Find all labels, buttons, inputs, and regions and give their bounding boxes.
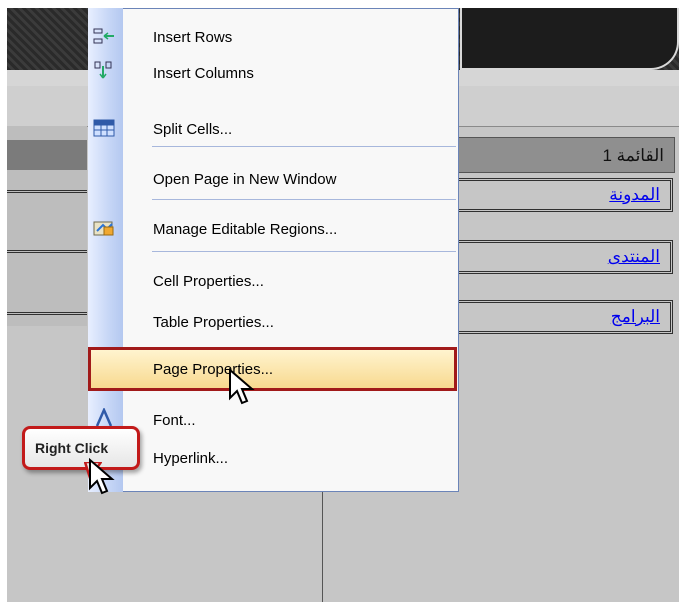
editable-regions-icon — [93, 221, 114, 236]
right-click-callout: Right Click — [22, 426, 140, 470]
menu-item-cell-properties[interactable]: Cell Properties... — [123, 263, 458, 301]
menu-item-label: Manage Editable Regions... — [153, 221, 338, 238]
menu-item-label: Font... — [153, 412, 196, 429]
split-cells-icon — [93, 119, 115, 137]
menu-item-label: Insert Rows — [153, 29, 233, 46]
font-icon — [95, 408, 113, 427]
menu-item-insert-rows[interactable]: Insert Rows — [123, 19, 458, 57]
table-divider — [7, 190, 87, 193]
insert-rows-icon — [93, 28, 114, 44]
menu-item-label: Cell Properties... — [153, 273, 264, 290]
menu-item-font[interactable]: Font... — [123, 402, 458, 440]
page-menu-link-blog[interactable]: المدونة — [455, 178, 673, 212]
menu-item-label: Table Properties... — [153, 314, 274, 331]
menu-item-open-page-new-window[interactable]: Open Page in New Window — [123, 161, 458, 199]
insert-columns-icon — [94, 61, 112, 79]
mouse-cursor-icon — [89, 458, 115, 495]
menu-item-label: Insert Columns — [153, 65, 254, 82]
menu-item-label: Open Page in New Window — [153, 171, 337, 188]
menu-item-table-properties[interactable]: Table Properties... — [123, 304, 458, 342]
callout-label: Right Click — [35, 440, 109, 456]
menu-separator — [152, 251, 456, 252]
header-banner-corner — [460, 8, 679, 70]
menu-item-split-cells[interactable]: Split Cells... — [123, 111, 458, 149]
page-menu-link-programs[interactable]: البرامج — [455, 300, 673, 334]
left-column-heading-bar — [7, 140, 87, 170]
page-menu-link-forum[interactable]: المنتدى — [455, 240, 673, 274]
menu-separator — [152, 199, 456, 200]
table-divider — [7, 250, 87, 253]
menu-item-label: Split Cells... — [153, 121, 233, 138]
menu-separator — [152, 146, 456, 147]
menu-item-label: Hyperlink... — [153, 450, 229, 467]
menu-item-page-properties[interactable]: Page Properties... — [123, 351, 458, 389]
table-divider — [7, 312, 87, 315]
menu-item-hyperlink[interactable]: Hyperlink... — [123, 440, 458, 478]
menu-item-manage-editable-regions[interactable]: Manage Editable Regions... — [123, 211, 458, 249]
menu-item-insert-columns[interactable]: Insert Columns — [123, 55, 458, 93]
mouse-cursor-icon — [229, 368, 255, 405]
page-menu-heading: القائمة 1 — [455, 137, 675, 173]
